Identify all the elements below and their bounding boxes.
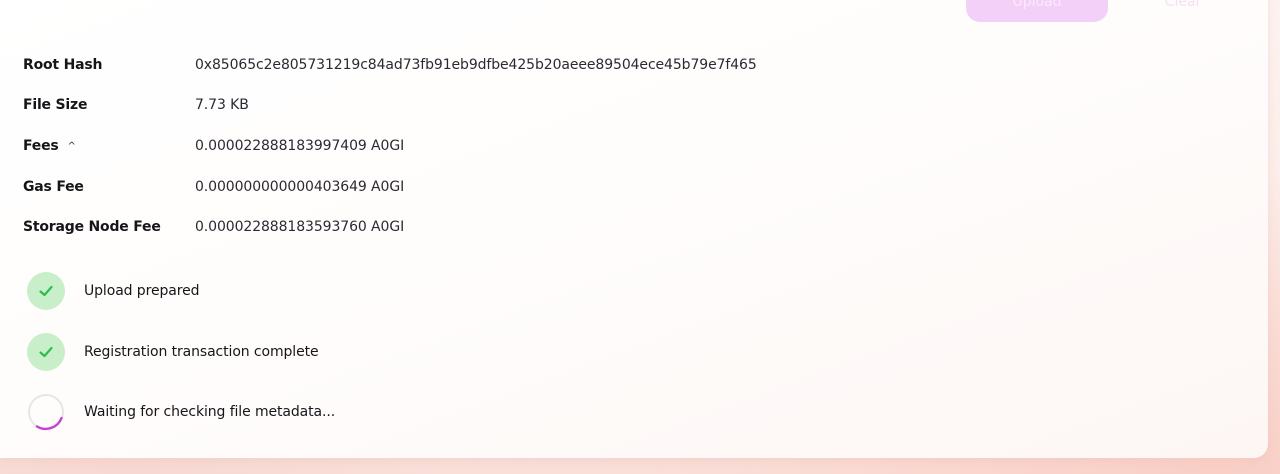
chevron-up-icon[interactable]: ^ (68, 141, 76, 152)
fees-value: 0.000022888183997409 A0GI (195, 138, 405, 154)
upload-button[interactable]: Upload (966, 0, 1108, 22)
gas-fee-label: Gas Fee (23, 179, 84, 195)
check-icon (27, 333, 65, 371)
root-hash-value: 0x85065c2e805731219c84ad73fb91eb9dfbe425… (195, 57, 757, 73)
file-size-value: 7.73 KB (195, 97, 249, 113)
fees-label-group: Fees ^ (23, 138, 195, 154)
step-registration-complete: Registration transaction complete (27, 333, 319, 371)
check-icon (27, 272, 65, 310)
fees-label: Fees (23, 138, 59, 154)
upload-actions: Upload Clear (966, 0, 1238, 22)
file-size-label: File Size (23, 97, 88, 113)
root-hash-label: Root Hash (23, 57, 103, 73)
storage-node-fee-value: 0.000022888183593760 A0GI (195, 219, 405, 235)
step-label: Waiting for checking file metadata... (84, 404, 336, 420)
step-checking-metadata: Waiting for checking file metadata... (27, 393, 335, 431)
gas-fee-value: 0.000000000000403649 A0GI (195, 179, 405, 195)
storage-node-fee-row: Storage Node Fee 0.000022888183593760 A0… (23, 217, 404, 237)
fees-row: Fees ^ 0.000022888183997409 A0GI (23, 136, 404, 156)
storage-node-fee-label: Storage Node Fee (23, 219, 161, 235)
step-label: Upload prepared (84, 283, 200, 299)
clear-button[interactable]: Clear (1128, 0, 1238, 22)
step-label: Registration transaction complete (84, 344, 319, 360)
step-upload-prepared: Upload prepared (27, 272, 199, 310)
file-size-row: File Size 7.73 KB (23, 95, 249, 115)
spinner-icon (28, 394, 64, 431)
root-hash-row: Root Hash 0x85065c2e805731219c84ad73fb91… (23, 55, 757, 75)
gas-fee-row: Gas Fee 0.000000000000403649 A0GI (23, 177, 404, 197)
